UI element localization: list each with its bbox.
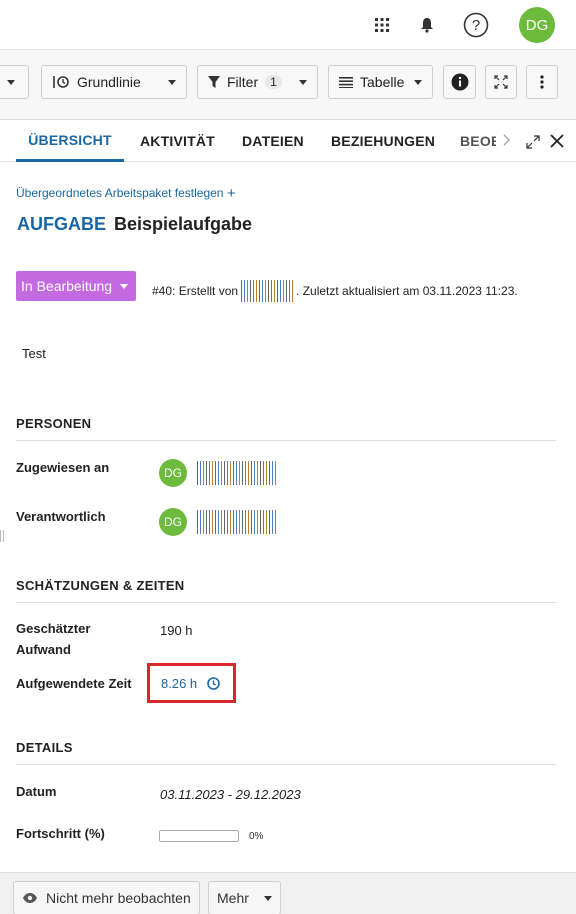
resize-handle[interactable] — [0, 530, 4, 542]
assignee-name-redacted[interactable] — [197, 461, 277, 485]
filter-icon — [208, 76, 220, 88]
set-parent-link[interactable]: Übergeordnetes Arbeitspaket festlegen + — [16, 185, 236, 202]
status-label: In Bearbeitung — [21, 278, 113, 294]
fullscreen-split-icon[interactable] — [526, 135, 540, 152]
baseline-button[interactable]: Grundlinie — [41, 65, 187, 99]
unwatch-label: Nicht mehr beobachten — [46, 890, 191, 906]
help-icon[interactable]: ? — [462, 11, 490, 39]
filter-button[interactable]: Filter 1 — [197, 65, 318, 99]
date-value[interactable]: 03.11.2023 - 29.12.2023 — [160, 787, 301, 802]
accountable-label: Verantwortlich — [16, 509, 106, 524]
progress-bar[interactable] — [159, 830, 239, 842]
close-icon[interactable] — [550, 134, 564, 151]
eye-icon — [23, 893, 37, 903]
filter-label: Filter — [227, 74, 259, 90]
chevron-down-icon — [7, 79, 15, 85]
chevron-down-icon — [299, 79, 307, 85]
baseline-label: Grundlinie — [77, 74, 141, 90]
spent-time-field[interactable]: 8.26 h — [147, 663, 236, 703]
collapsed-dropdown-button[interactable] — [0, 65, 29, 99]
estimated-label-line2: Aufwand — [16, 642, 71, 657]
tab-files[interactable]: DATEIEN — [242, 120, 304, 162]
view-mode-button[interactable]: Tabelle — [328, 65, 433, 99]
grid-icon[interactable] — [373, 11, 391, 39]
wp-description[interactable]: Test — [22, 346, 46, 361]
estimated-label: Geschätzter Aufwand — [16, 618, 90, 660]
status-dropdown[interactable]: In Bearbeitung — [16, 271, 136, 301]
clock-icon[interactable] — [207, 676, 220, 690]
tab-activity[interactable]: AKTIVITÄT — [140, 120, 215, 162]
section-estimates-heading: SCHÄTZUNGEN & ZEITEN — [16, 578, 556, 603]
bell-icon[interactable] — [418, 11, 436, 39]
baseline-icon — [53, 76, 69, 88]
assignee-avatar[interactable]: DG — [159, 459, 187, 487]
filter-count-badge: 1 — [265, 75, 282, 89]
chevron-down-icon — [120, 283, 129, 289]
section-details-heading: DETAILS — [16, 740, 556, 765]
progress-label: Fortschritt (%) — [16, 826, 105, 841]
kebab-menu-icon — [540, 75, 544, 89]
page-title: AUFGABE Beispielaufgabe — [17, 214, 252, 235]
tab-overview[interactable]: ÜBERSICHT — [16, 120, 124, 162]
info-icon — [451, 73, 468, 91]
estimated-label-line1: Geschätzter — [16, 621, 91, 636]
chevron-right-icon[interactable] — [503, 134, 511, 149]
chevron-down-icon — [168, 79, 176, 85]
view-mode-label: Tabelle — [360, 74, 405, 90]
meta-prefix: #40: Erstellt von — [152, 284, 239, 298]
user-avatar[interactable]: DG — [519, 7, 555, 43]
accountable-name-redacted[interactable] — [197, 510, 277, 534]
section-people-heading: PERSONEN — [16, 416, 556, 441]
details-tabs: ÜBERSICHT AKTIVITÄT DATEIEN BEZIEHUNGEN … — [0, 120, 576, 162]
spent-time-value[interactable]: 8.26 h — [161, 676, 197, 691]
tab-relations[interactable]: BEZIEHUNGEN — [331, 120, 435, 162]
meta-suffix: . Zuletzt aktualisiert am 03.11.2023 11:… — [296, 284, 518, 298]
wp-type[interactable]: AUFGABE — [17, 214, 106, 234]
table-icon — [339, 77, 353, 88]
wp-meta-info: #40: Erstellt von . Zuletzt aktualisiert… — [152, 280, 518, 302]
details-view-button[interactable] — [443, 65, 476, 99]
estimated-value[interactable]: 190 h — [160, 623, 193, 638]
plus-icon: + — [226, 185, 236, 202]
wp-subject[interactable]: Beispielaufgabe — [114, 214, 252, 234]
tab-watchers[interactable]: BEOB — [460, 120, 496, 162]
more-label: Mehr — [217, 890, 249, 906]
accountable-avatar[interactable]: DG — [159, 508, 187, 536]
footer-actions: Nicht mehr beobachten Mehr — [0, 872, 576, 914]
chevron-down-icon — [264, 895, 272, 901]
top-header: ? DG — [0, 0, 576, 50]
more-dropdown-button[interactable]: Mehr — [208, 881, 281, 914]
assignee-label: Zugewiesen an — [16, 460, 110, 475]
progress-percentage: 0% — [249, 831, 264, 842]
date-label: Datum — [16, 784, 57, 799]
unwatch-button[interactable]: Nicht mehr beobachten — [13, 881, 200, 914]
set-parent-label: Übergeordnetes Arbeitspaket festlegen — [16, 186, 224, 200]
expand-icon — [494, 75, 508, 89]
spent-time-label: Aufgewendete Zeit — [16, 676, 132, 691]
chevron-down-icon — [414, 79, 422, 85]
svg-text:?: ? — [472, 17, 480, 34]
more-actions-button[interactable] — [526, 65, 558, 99]
fullscreen-button[interactable] — [485, 65, 517, 99]
toolbar: Grundlinie Filter 1 Tabelle — [0, 50, 576, 120]
author-name-redacted[interactable] — [241, 280, 294, 302]
